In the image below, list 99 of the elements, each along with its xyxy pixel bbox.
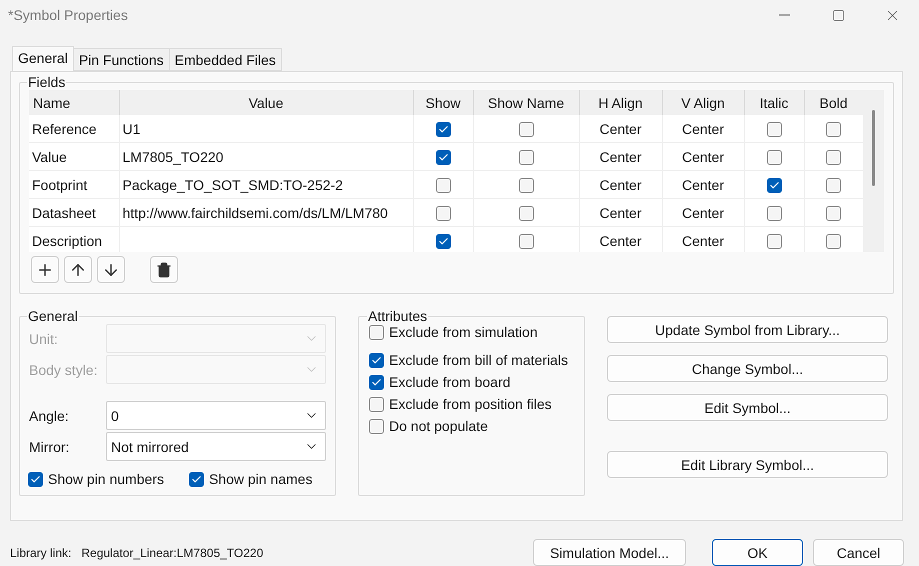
minimize-icon [778,14,790,16]
checkbox[interactable] [766,122,782,137]
column-header[interactable]: Italic [744,90,804,115]
checkbox[interactable] [826,178,841,193]
group-title: Fields [27,74,66,90]
checkbox-label: Exclude from position files [389,396,552,412]
check-icon [768,180,780,191]
checkbox[interactable] [436,122,450,137]
field-label: Angle: [29,408,70,424]
field-label: Body style: [29,362,98,378]
tab[interactable]: General [12,46,74,71]
table-cell: Datasheet [29,198,119,226]
checkbox[interactable] [369,324,384,340]
dropdown[interactable]: Not mirrored [106,432,326,461]
checkbox[interactable] [436,178,450,193]
table-cell: http://www.fairchildsemi.com/ds/LM/LM780 [119,198,413,226]
table-cell: Center [579,198,662,226]
move-up-button[interactable] [64,256,92,283]
action-button[interactable]: Edit Library Symbol... [607,451,888,478]
checkbox[interactable] [826,206,841,221]
checkbox[interactable] [826,150,841,165]
checkbox[interactable] [766,206,782,221]
checkbox-label: Exclude from simulation [389,324,538,340]
action-button[interactable]: Change Symbol... [607,355,888,382]
table-cell: Center [662,115,744,142]
action-button[interactable]: Update Symbol from Library... [607,316,888,343]
table-cell: Center [579,115,662,142]
checkbox[interactable] [436,150,450,165]
column-header[interactable]: Name [29,90,119,115]
checkbox[interactable] [766,234,782,249]
checkbox[interactable] [826,122,841,137]
table-cell: Center [662,142,744,170]
action-button[interactable]: Edit Symbol... [607,394,888,421]
table-cell: Center [662,198,744,226]
window-title: *Symbol Properties [8,7,129,23]
checkbox[interactable] [369,374,384,390]
check-icon [371,376,382,388]
column-header[interactable]: Show Name [473,90,579,115]
column-header[interactable]: Bold [804,90,863,115]
tab[interactable]: Embedded Files [168,48,282,71]
column-header[interactable]: V Align [662,90,744,115]
maximize-icon [832,8,844,22]
table-cell: Center [579,226,662,252]
dialog-button[interactable]: Simulation Model... [533,539,686,566]
group-title: General [27,308,79,324]
checkbox[interactable] [28,472,43,486]
field-label: Unit: [29,330,59,346]
checkbox-label: Exclude from board [389,374,510,390]
column-header[interactable]: Show [413,90,473,115]
check-icon [190,474,202,484]
checkbox[interactable] [518,150,534,165]
tab[interactable]: Pin Functions [72,48,170,71]
column-header[interactable]: H Align [579,90,662,115]
column-header[interactable]: Value [119,90,413,115]
table-cell: Center [662,226,744,252]
table-cell: LM7805_TO220 [119,142,413,170]
checkbox[interactable] [518,206,534,221]
check-icon [30,474,41,484]
check-icon [371,354,382,366]
library-link-value: Regulator_Linear:LM7805_TO220 [81,546,264,560]
checkbox[interactable] [436,206,450,221]
library-link-label: Library link: [10,546,72,560]
table-cell: Reference [29,115,119,142]
checkbox-label: Do not populate [389,418,488,434]
check-icon [438,152,448,163]
checkbox[interactable] [766,150,782,165]
dialog-button[interactable]: OK [712,539,803,566]
checkbox-label: Show pin numbers [48,471,164,487]
checkbox[interactable] [766,178,782,193]
scrollbar-thumb[interactable] [872,110,874,186]
trash-icon [156,262,172,278]
table-cell: Value [29,142,119,170]
table-cell: Footprint [29,170,119,198]
move-down-button[interactable] [97,256,125,283]
table-cell: Center [579,142,662,170]
check-icon [438,236,448,247]
dialog-button[interactable]: Cancel [813,539,904,566]
check-icon [438,124,448,135]
checkbox[interactable] [518,178,534,193]
checkbox[interactable] [436,234,450,249]
table-cell: Center [579,170,662,198]
checkbox[interactable] [369,418,384,434]
table-cell: Package_TO_SOT_SMD:TO-252-2 [119,170,413,198]
dropdown[interactable]: 0 [106,401,326,430]
checkbox[interactable] [826,234,841,249]
table-cell: U1 [119,115,413,142]
group-title: Attributes [367,308,428,324]
checkbox-label: Exclude from bill of materials [389,352,568,368]
checkbox[interactable] [369,352,384,368]
delete-button[interactable] [150,256,178,283]
checkbox[interactable] [518,122,534,137]
table-cell: Description [29,226,119,252]
field-label: Mirror: [29,438,70,454]
checkbox-label: Show pin names [208,471,312,487]
checkbox[interactable] [518,234,534,249]
checkbox[interactable] [188,472,204,486]
table-cell: Center [662,170,744,198]
add-button[interactable] [31,256,59,283]
checkbox[interactable] [369,396,384,412]
